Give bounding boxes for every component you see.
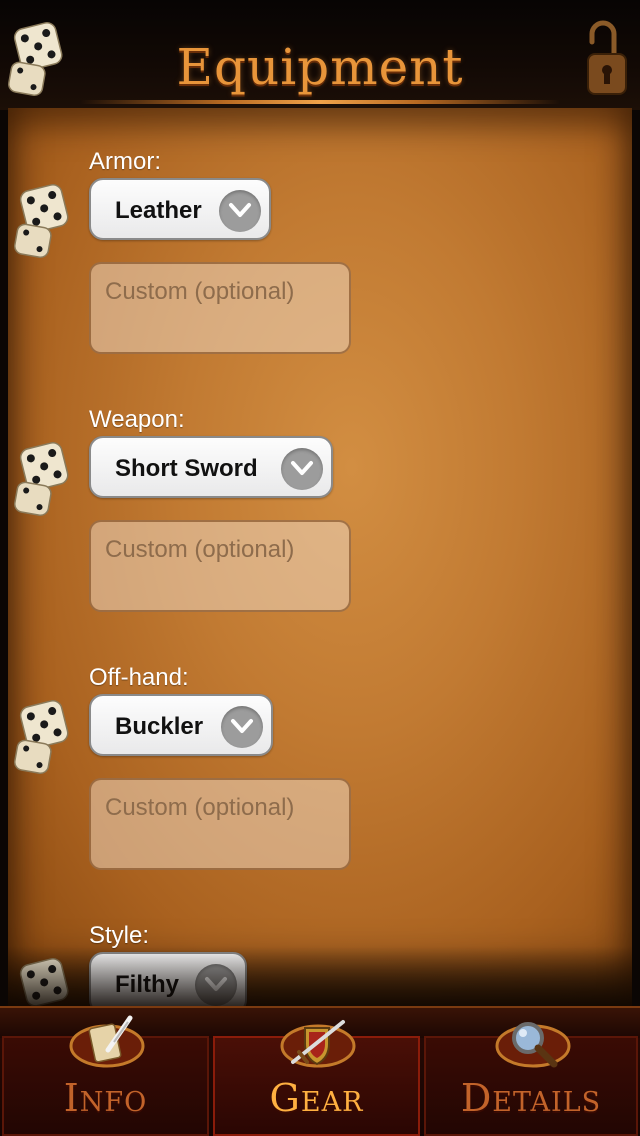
chevron-down-icon [195,964,237,1006]
tab-gear-label: Gear [269,1076,364,1120]
offhand-select[interactable]: Buckler [89,694,273,756]
tab-info-label: Info [63,1076,148,1120]
weapon-label: Weapon: [89,406,185,433]
weapon-select-value: Short Sword [115,455,258,482]
header-divider [80,100,560,104]
armor-custom-field[interactable] [89,262,351,354]
unlock-icon[interactable] [584,14,630,98]
header-bar: Equipment [0,0,640,110]
style-label: Style: [89,922,150,949]
tab-info[interactable]: Info [2,1015,209,1136]
shield-sword-icon [279,1012,357,1072]
style-select-value: Filthy [115,971,179,998]
armor-section: Armor: Leather [8,148,632,398]
style-section: Style: Filthy [8,922,632,1006]
page-title: Equipment [176,38,464,96]
offhand-label: Off-hand: [89,664,189,691]
roll-weapon-dice-icon[interactable] [12,440,74,518]
offhand-select-value: Buckler [115,713,204,740]
weapon-select[interactable]: Short Sword [89,436,333,498]
armor-select[interactable]: Leather [89,178,271,240]
chevron-down-icon [281,448,323,490]
offhand-custom-field[interactable] [89,778,351,870]
magnifier-icon [494,1012,572,1072]
weapon-custom-field[interactable] [89,520,351,612]
weapon-section: Weapon: Short Sword [8,406,632,656]
roll-offhand-dice-icon[interactable] [12,698,74,776]
offhand-section: Off-hand: Buckler [8,664,632,914]
tab-details[interactable]: Details [424,1022,638,1136]
scroll-quill-icon [68,1012,146,1072]
armor-select-value: Leather [115,197,202,224]
roll-armor-dice-icon[interactable] [12,182,74,260]
chevron-down-icon [219,190,261,232]
tab-details-label: Details [460,1076,602,1120]
armor-label: Armor: [89,148,161,175]
chevron-down-icon [221,706,263,748]
tab-bar: Info Gear Details [0,1006,640,1136]
equipment-form[interactable]: Armor: Leather W [8,108,632,1006]
tab-gear[interactable]: Gear [213,1020,420,1136]
roll-style-dice-icon[interactable] [12,956,74,1006]
style-select[interactable]: Filthy [89,952,247,1006]
